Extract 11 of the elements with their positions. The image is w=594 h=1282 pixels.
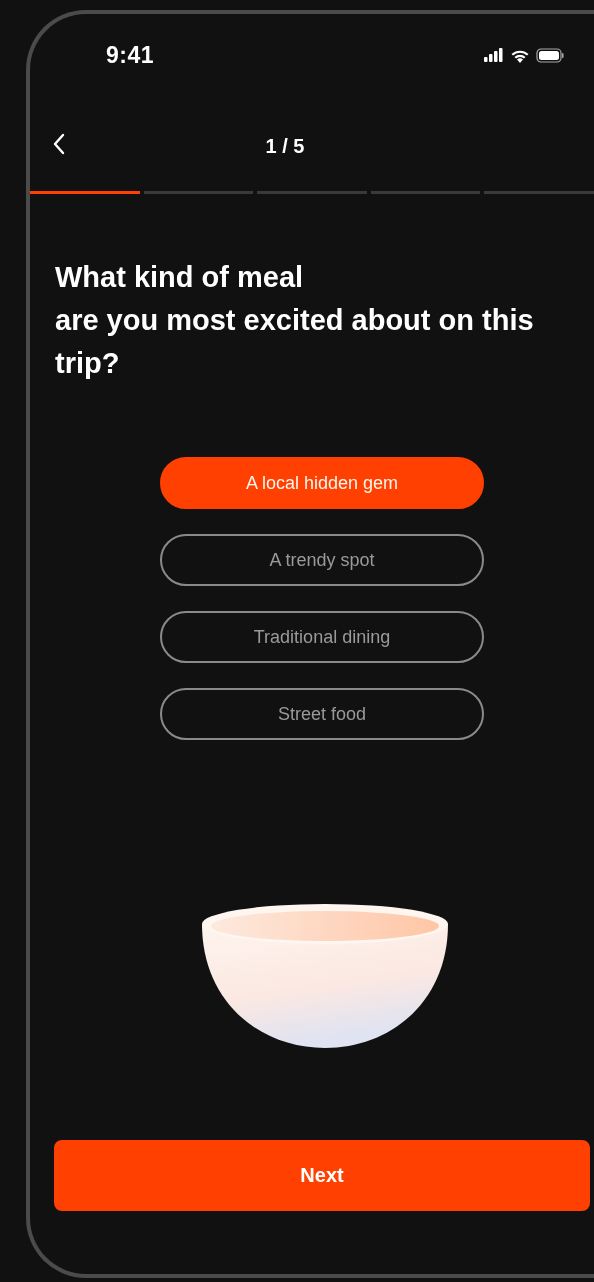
next-button[interactable]: Next — [54, 1140, 590, 1211]
step-counter: 1 / 5 — [265, 134, 305, 158]
answer-option[interactable]: A trendy spot — [160, 534, 484, 586]
battery-icon — [536, 47, 564, 63]
status-time: 9:41 — [106, 41, 155, 69]
answer-option[interactable]: A local hidden gem — [160, 457, 484, 509]
answer-option[interactable]: Traditional dining — [160, 611, 484, 663]
answer-option[interactable]: Street food — [160, 688, 484, 740]
signal-icon — [484, 48, 504, 62]
question-heading: What kind of meal are you most excited about on this trip? — [54, 260, 535, 381]
back-button[interactable] — [52, 132, 66, 156]
